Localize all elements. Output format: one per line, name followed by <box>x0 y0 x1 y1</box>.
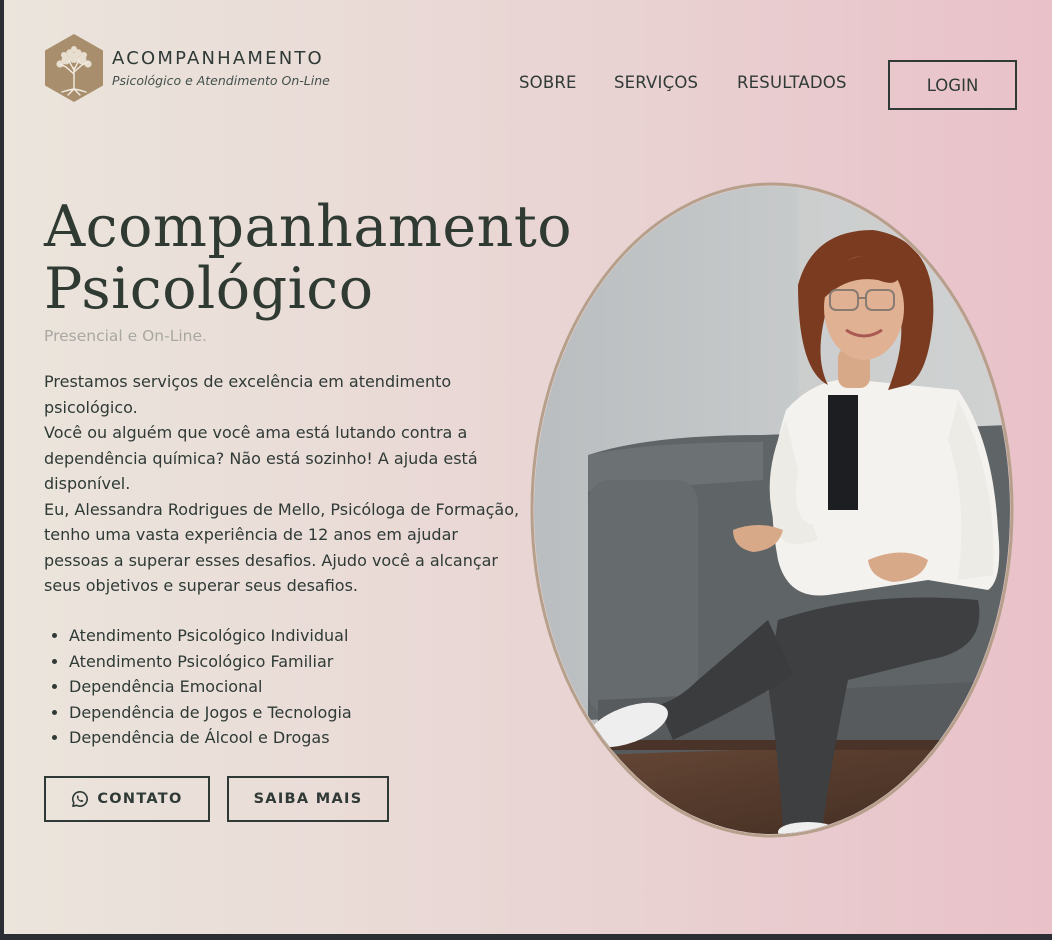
service-item: Atendimento Psicológico Familiar <box>69 649 352 675</box>
whatsapp-icon <box>72 790 89 807</box>
nav-resultados[interactable]: RESULTADOS <box>737 73 847 92</box>
service-item: Dependência Emocional <box>69 674 352 700</box>
page-background: ACOMPANHAMENTO Psicológico e Atendimento… <box>4 0 1052 934</box>
service-item: Atendimento Psicológico Individual <box>69 623 352 649</box>
logo[interactable] <box>44 34 104 102</box>
saiba-mais-button[interactable]: SAIBA MAIS <box>227 776 389 822</box>
brand-subtitle: Psicológico e Atendimento On-Line <box>112 73 330 88</box>
hero-title-line2: Psicológico <box>44 256 374 322</box>
intro-paragraph: Prestamos serviços de excelência em aten… <box>44 372 452 417</box>
contact-button[interactable]: CONTATO <box>44 776 210 822</box>
service-item: Dependência de Álcool e Drogas <box>69 725 352 751</box>
psychologist-photo <box>530 182 1014 838</box>
nav-sobre[interactable]: SOBRE <box>519 73 577 92</box>
brand-title: ACOMPANHAMENTO <box>112 48 324 69</box>
login-button[interactable]: LOGIN <box>888 60 1017 110</box>
hero-title: Acompanhamento Psicológico <box>44 196 572 320</box>
nav-servicos[interactable]: SERVIÇOS <box>614 73 698 92</box>
contact-button-label: CONTATO <box>97 791 183 807</box>
intro-paragraph: Você ou alguém que você ama está lutando… <box>44 423 478 493</box>
intro-text: Prestamos serviços de excelência em aten… <box>44 369 524 599</box>
services-list: Atendimento Psicológico Individual Atend… <box>44 623 352 751</box>
hero-subtitle: Presencial e On-Line. <box>44 327 207 345</box>
service-item: Dependência de Jogos e Tecnologia <box>69 700 352 726</box>
hero-title-line1: Acompanhamento <box>44 194 573 260</box>
intro-paragraph: Eu, Alessandra Rodrigues de Mello, Psicó… <box>44 499 520 596</box>
tree-of-life-hexagon-icon <box>45 34 103 102</box>
